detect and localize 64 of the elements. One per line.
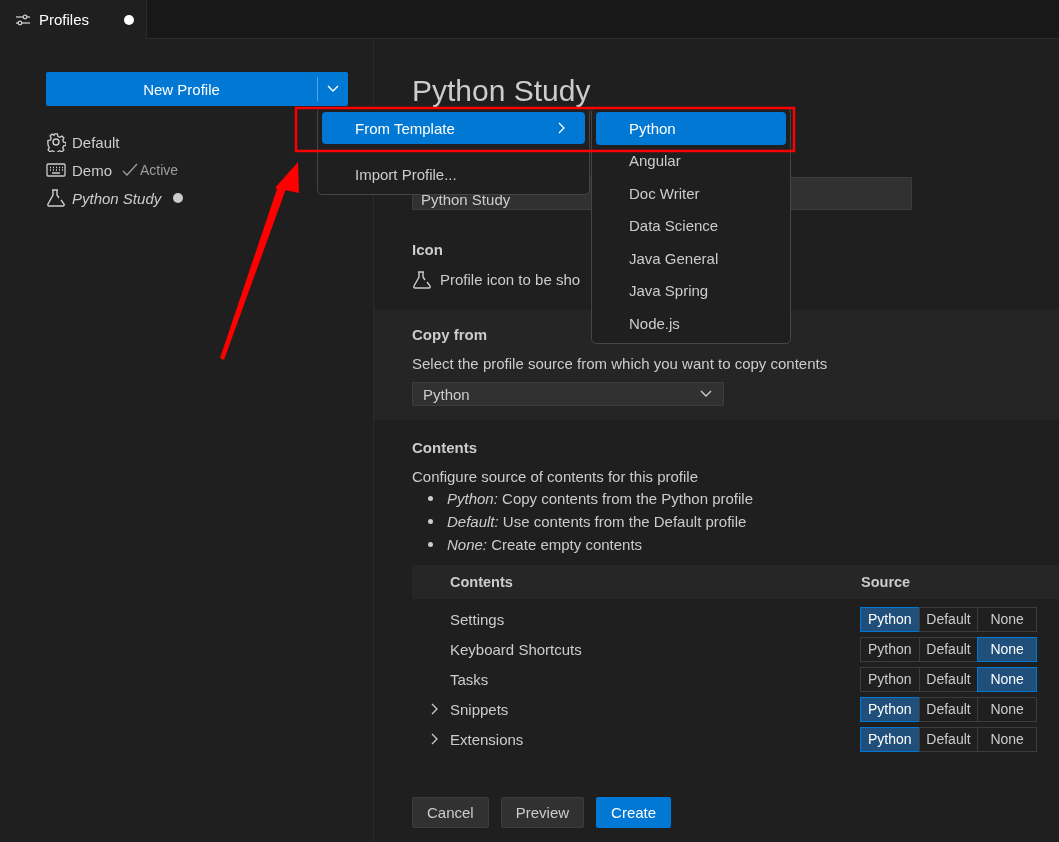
column-header: Source — [861, 574, 911, 590]
menu-item[interactable]: Doc Writer — [596, 177, 786, 210]
source-option[interactable]: Python — [860, 696, 920, 722]
menu-item[interactable]: From Template — [322, 112, 585, 144]
source-option[interactable]: None — [977, 666, 1037, 692]
bullet-dot — [428, 542, 433, 547]
chevron-right-icon[interactable] — [430, 732, 440, 746]
flask-icon[interactable] — [412, 270, 432, 290]
table-cell: Keyboard Shortcuts — [450, 640, 582, 658]
source-option[interactable]: Default — [918, 696, 979, 722]
source-option[interactable]: None — [977, 606, 1037, 632]
bullet-dot — [428, 519, 433, 524]
source-option[interactable]: None — [977, 696, 1037, 722]
menu-item[interactable]: Data Science — [596, 209, 786, 242]
bullet-text: Python: Copy contents from the Python profile — [447, 490, 753, 507]
source-option[interactable]: Default — [918, 726, 979, 752]
source-option[interactable]: Python — [860, 726, 920, 752]
bullet-text: None: Create empty contents — [447, 536, 643, 553]
icon-description: Profile icon to be sho — [440, 270, 581, 290]
menu-item[interactable]: Angular — [596, 144, 786, 177]
menu-item[interactable]: Python — [596, 112, 786, 145]
table-cell: Snippets — [450, 700, 509, 718]
source-option[interactable]: Python — [860, 666, 920, 692]
flask-icon — [46, 188, 66, 208]
sliders-icon — [15, 12, 31, 27]
field-value: Python Study — [421, 192, 511, 207]
profiles-tab[interactable]: Profiles — [0, 0, 147, 39]
bullet-dot — [428, 496, 433, 501]
chevron-right-icon[interactable] — [430, 702, 440, 716]
profile-item[interactable]: Default — [72, 133, 120, 151]
unsaved-dot — [173, 193, 184, 203]
secondary-button[interactable]: Cancel — [412, 797, 489, 828]
source-option[interactable]: Python — [860, 636, 920, 662]
check-icon — [122, 163, 138, 177]
source-option[interactable]: None — [977, 726, 1037, 752]
source-option[interactable]: Default — [918, 606, 979, 632]
secondary-button[interactable]: Preview — [500, 797, 585, 828]
source-option[interactable]: Python — [860, 606, 920, 632]
gear-icon — [46, 132, 66, 152]
profile-item[interactable]: Demo — [72, 161, 112, 179]
bullet-text: Default: Use contents from the Default profile — [447, 513, 747, 530]
source-option[interactable]: None — [977, 636, 1037, 662]
active-label: Active — [140, 162, 179, 178]
menu-item[interactable]: Java General — [596, 242, 786, 275]
menu-item[interactable]: Java Spring — [596, 274, 786, 307]
section-label: Contents — [412, 438, 477, 458]
table-cell: Extensions — [450, 730, 524, 748]
section-description: Configure source of contents for this profile — [412, 467, 698, 487]
new-profile-button[interactable]: New Profile — [46, 72, 348, 106]
menu-item[interactable]: Node.js — [596, 307, 786, 340]
profile-item[interactable]: Python Study — [72, 189, 162, 207]
column-header: Contents — [450, 574, 513, 590]
chevron-down-icon — [699, 389, 713, 399]
copy-from-dropdown[interactable]: Python — [412, 382, 724, 406]
create-button[interactable]: Create — [596, 797, 672, 828]
section-label: Icon — [412, 240, 443, 260]
section-label: Copy from — [412, 325, 487, 345]
chevron-down-icon[interactable] — [326, 84, 340, 94]
profile-title: Python Study — [412, 73, 592, 109]
section-description: Select the profile source from which you want to copy contents — [412, 354, 828, 374]
menu-item[interactable]: Import Profile... — [322, 158, 585, 190]
keyboard-icon — [46, 163, 66, 177]
table-cell: Settings — [450, 610, 505, 628]
table-cell: Tasks — [450, 670, 489, 688]
